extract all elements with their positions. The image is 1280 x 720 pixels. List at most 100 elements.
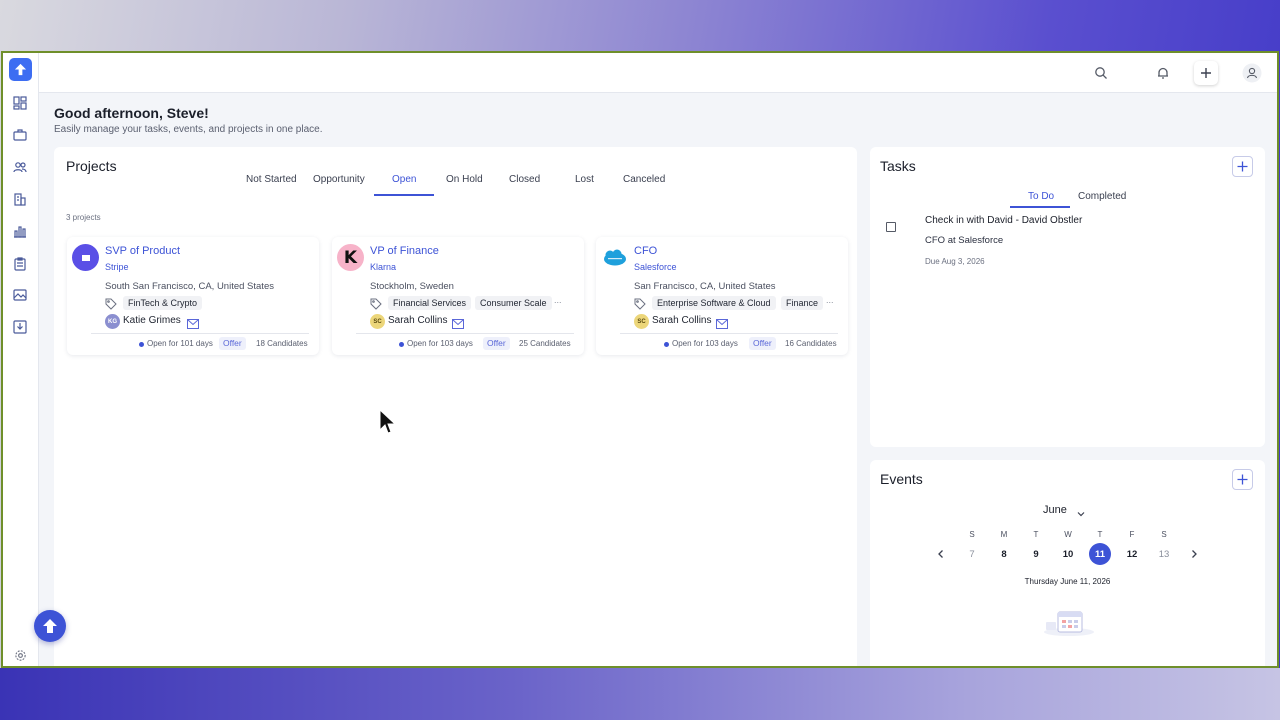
tag-icon	[370, 297, 382, 310]
chevron-left-icon[interactable]	[935, 547, 947, 559]
calendar-day[interactable]: 10	[1057, 543, 1079, 565]
status-dot	[664, 342, 669, 347]
project-location: San Francisco, CA, United States	[634, 281, 776, 292]
open-duration: Open for 103 days	[672, 339, 738, 348]
briefcase-icon[interactable]	[12, 127, 28, 143]
stage-badge: Offer	[219, 337, 246, 350]
open-duration: Open for 101 days	[147, 339, 213, 348]
task-checkbox[interactable]	[886, 222, 896, 232]
project-title[interactable]: VP of Finance	[370, 245, 439, 257]
top-bar	[39, 53, 1277, 93]
active-tab-underline	[374, 194, 434, 196]
owner-name[interactable]: Sarah Collins	[388, 315, 447, 326]
calendar-day[interactable]: 7	[961, 543, 983, 565]
tag-icon	[634, 297, 646, 310]
weekday-label: S	[1161, 530, 1167, 539]
more-tags[interactable]: ...	[554, 295, 562, 305]
sidebar	[3, 53, 39, 666]
add-event-button[interactable]	[1232, 469, 1253, 490]
project-card[interactable]: K VP of Finance Klarna Stockholm, Sweden…	[332, 237, 584, 355]
task-title[interactable]: Check in with David - David Obstler	[925, 215, 1082, 226]
tab-closed[interactable]: Closed	[509, 174, 540, 185]
candidate-count[interactable]: 25 Candidates	[519, 339, 571, 348]
stage-badge: Offer	[749, 337, 776, 350]
tab-not-started[interactable]: Not Started	[246, 174, 297, 185]
mail-icon[interactable]	[452, 316, 464, 329]
tab-opportunity[interactable]: Opportunity	[313, 174, 365, 185]
people-icon[interactable]	[12, 159, 28, 175]
add-task-button[interactable]	[1232, 156, 1253, 177]
tab-to-do[interactable]: To Do	[1028, 191, 1054, 202]
mouse-cursor-icon	[378, 408, 398, 436]
stage-badge: Offer	[483, 337, 510, 350]
calendar-day[interactable]: 9	[1025, 543, 1047, 565]
tab-canceled[interactable]: Canceled	[623, 174, 665, 185]
chevron-right-icon[interactable]	[1188, 547, 1200, 559]
tag-icon	[105, 297, 117, 310]
mail-icon[interactable]	[716, 316, 728, 329]
project-title[interactable]: CFO	[634, 245, 657, 257]
project-card[interactable]: CFO Salesforce San Francisco, CA, United…	[596, 237, 848, 355]
calendar-day[interactable]: 12	[1121, 543, 1143, 565]
floating-action-button[interactable]	[34, 610, 66, 642]
building-icon[interactable]	[12, 191, 28, 207]
tab-on-hold[interactable]: On Hold	[446, 174, 483, 185]
dashboard-icon[interactable]	[12, 95, 28, 111]
project-company[interactable]: Stripe	[105, 262, 129, 272]
user-icon[interactable]	[1240, 61, 1264, 85]
calendar-day-selected[interactable]: 11	[1089, 543, 1111, 565]
calendar-illustration-icon	[1042, 608, 1096, 643]
page-subtitle: Easily manage your tasks, events, and pr…	[54, 124, 323, 135]
image-icon[interactable]	[12, 287, 28, 303]
avatar: SC	[370, 314, 385, 329]
project-location: Stockholm, Sweden	[370, 281, 454, 292]
page-title: Good afternoon, Steve!	[54, 105, 209, 121]
clipboard-icon[interactable]	[12, 256, 28, 272]
search-icon[interactable]	[1089, 61, 1113, 85]
gear-icon[interactable]	[12, 647, 28, 663]
weekday-label: T	[1097, 530, 1103, 539]
weekday-label: T	[1033, 530, 1039, 539]
stripe-logo	[72, 244, 99, 271]
owner-name[interactable]: Katie Grimes	[123, 315, 181, 326]
chevron-down-icon[interactable]	[1076, 506, 1086, 524]
weekday-label: M	[1000, 530, 1008, 539]
salesforce-logo	[601, 244, 628, 271]
bar-chart-icon[interactable]	[12, 223, 28, 239]
project-company[interactable]: Salesforce	[634, 262, 677, 272]
owner-name[interactable]: Sarah Collins	[652, 315, 711, 326]
selected-date-label: Thursday June 11, 2026	[1024, 577, 1111, 586]
create-button[interactable]	[1194, 61, 1218, 85]
weekday-label: W	[1064, 530, 1072, 539]
more-tags[interactable]: ...	[826, 295, 834, 305]
events-title: Events	[880, 471, 923, 487]
app-logo[interactable]	[9, 58, 32, 81]
project-title[interactable]: SVP of Product	[105, 245, 180, 257]
avatar: KG	[105, 314, 120, 329]
card-divider	[620, 333, 838, 334]
project-company[interactable]: Klarna	[370, 262, 396, 272]
calendar-day[interactable]: 8	[993, 543, 1015, 565]
bell-icon[interactable]	[1151, 61, 1175, 85]
events-panel: Events June S M T W T F S 7 8 9 10 11 12…	[870, 460, 1265, 666]
tab-lost[interactable]: Lost	[575, 174, 594, 185]
download-icon[interactable]	[12, 319, 28, 335]
desktop-background-band	[0, 668, 1280, 720]
candidate-count[interactable]: 16 Candidates	[785, 339, 837, 348]
app-window: Good afternoon, Steve! Easily manage you…	[1, 51, 1279, 668]
calendar-day[interactable]: 13	[1153, 543, 1175, 565]
weekday-label: F	[1129, 530, 1135, 539]
candidate-count[interactable]: 18 Candidates	[256, 339, 308, 348]
mail-icon[interactable]	[187, 316, 199, 329]
status-dot	[399, 342, 404, 347]
month-selector[interactable]: June	[1043, 504, 1067, 516]
tab-open[interactable]: Open	[392, 174, 416, 185]
card-divider	[91, 333, 309, 334]
projects-title: Projects	[66, 158, 117, 174]
tasks-title: Tasks	[880, 158, 916, 174]
open-duration: Open for 103 days	[407, 339, 473, 348]
project-card[interactable]: SVP of Product Stripe South San Francisc…	[67, 237, 319, 355]
tab-completed[interactable]: Completed	[1078, 191, 1126, 202]
industry-tag: Finance	[781, 296, 824, 310]
project-count: 3 projects	[66, 213, 101, 222]
